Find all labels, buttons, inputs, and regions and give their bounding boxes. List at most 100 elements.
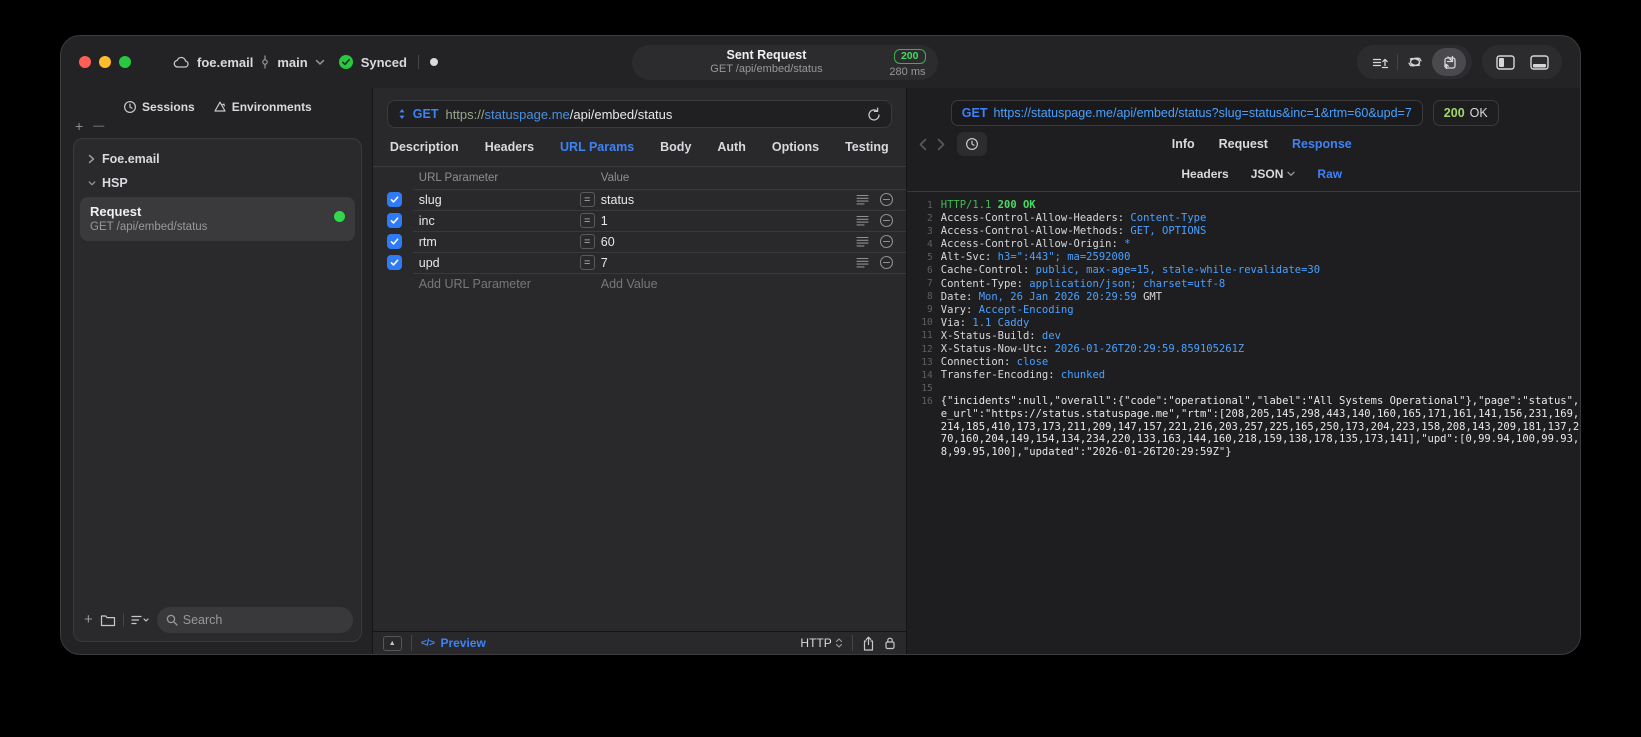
request-tab-description[interactable]: Description [390,140,459,154]
row-menu-icon[interactable] [856,236,869,247]
param-value[interactable]: 60 [601,235,856,249]
request-method[interactable]: GET [413,107,439,121]
sent-request-pill[interactable]: Sent Request GET /api/embed/status 200 2… [631,45,938,80]
request-tab-body[interactable]: Body [660,140,691,154]
app-window: foe.email main Synced Sent Request GET /… [60,35,1581,655]
line-number: 16 [921,395,933,407]
param-checkbox-checked[interactable] [386,192,402,207]
send-receive-panel-icon[interactable] [1432,48,1466,76]
sort-list-icon[interactable] [131,614,150,626]
header-value: Mon, 26 Jan 2026 20:29:59 [978,290,1137,303]
param-name[interactable]: upd [419,256,580,270]
session-tree: Foe.email HSP Request GET /api/embed/sta… [73,138,362,642]
response-subtab-json[interactable]: JSON [1251,167,1296,181]
param-value[interactable]: 7 [601,256,856,270]
method-selector-icon[interactable] [398,108,406,120]
line-number: 10 [921,317,933,329]
param-checkbox-checked[interactable] [386,213,402,228]
param-name[interactable]: slug [419,193,580,207]
param-table-header: URL Parameter Value [373,167,906,189]
row-menu-icon[interactable] [856,215,869,226]
response-history-button[interactable] [956,132,987,156]
param-checkbox-checked[interactable] [386,234,402,249]
close-window-button[interactable] [79,56,91,68]
request-tab-headers[interactable]: Headers [485,140,534,154]
param-name[interactable]: inc [419,214,580,228]
new-folder-icon[interactable] [100,614,116,627]
header-value: Accept-Encoding [978,303,1074,316]
new-request-button[interactable]: + [84,612,93,627]
row-menu-icon[interactable] [856,194,869,205]
line-number: 5 [927,251,933,263]
tab-environments[interactable]: Environments [213,100,312,114]
add-session-button[interactable]: + [75,119,83,136]
remove-param-icon[interactable] [879,234,894,249]
header-name: Access-Control-Allow-Methods: [940,225,1131,238]
chevron-right-icon[interactable] [88,154,96,164]
preview-button[interactable]: </> Preview [421,636,486,650]
request-url-bar[interactable]: GET https://statuspage.me/api/embed/stat… [386,100,892,128]
nav-forward-icon[interactable] [937,138,945,151]
search-box[interactable] [156,607,353,633]
nav-back-icon[interactable] [919,138,927,151]
remove-session-button[interactable]: — [93,120,104,136]
lock-icon[interactable] [884,636,896,650]
response-subtab-headers[interactable]: Headers [1181,167,1228,181]
response-subtabs: Headers JSON Raw [907,162,1580,186]
chevron-down-icon[interactable] [88,180,96,187]
response-url-pill[interactable]: GET https://statuspage.me/api/embed/stat… [950,100,1423,126]
request-duration: 280 ms [889,66,926,79]
remove-param-icon[interactable] [879,192,894,207]
add-value-placeholder[interactable]: Add Value [601,277,658,291]
param-value[interactable]: status [601,193,856,207]
response-status-text: OK [1469,106,1488,120]
param-name[interactable]: rtm [419,235,580,249]
request-tab-testing[interactable]: Testing [845,140,889,154]
response-tab-info[interactable]: Info [1172,137,1195,151]
row-menu-icon[interactable] [856,257,869,268]
response-raw[interactable]: 1 HTTP/1.1 200 OK 2 Access-Control-Allow-He… [906,191,1580,654]
protocol-selector[interactable]: HTTP [800,636,842,650]
share-icon[interactable] [862,636,875,651]
response-top-row: GET https://statuspage.me/api/embed/stat… [950,100,1499,126]
sent-request-status: 200 280 ms [889,45,926,80]
request-tab-options[interactable]: Options [772,140,819,154]
main-content: Sessions Environments + — Foe.email HSP … [61,88,1580,654]
response-tab-request[interactable]: Request [1219,137,1268,151]
sync-loop-icon[interactable] [1398,48,1432,76]
expand-panel-button[interactable]: ▲ [382,635,402,651]
branch-name[interactable]: main [277,55,307,70]
tab-sessions[interactable]: Sessions [123,100,195,114]
search-icon [166,614,178,626]
synced-check-icon [338,54,354,70]
header-value: 1.1 Caddy [972,316,1030,329]
add-url-parameter-placeholder[interactable]: Add URL Parameter [419,277,601,291]
preview-label: Preview [440,636,486,650]
remove-param-icon[interactable] [879,255,894,270]
request-log-icon[interactable] [1363,48,1397,76]
request-tab-auth[interactable]: Auth [717,140,745,154]
add-param-row[interactable]: Add URL Parameter Add Value [373,273,906,294]
url-path: /api/embed/status [569,106,673,122]
header-value: Content-Type [1130,212,1207,225]
minimize-window-button[interactable] [99,56,111,68]
header-name: X-Status-Build: [940,329,1042,342]
unsaved-indicator-dot [429,58,438,66]
param-checkbox-checked[interactable] [386,255,402,270]
tree-group-hsp[interactable]: HSP [80,171,355,195]
resend-icon[interactable] [867,107,881,122]
zoom-window-button[interactable] [119,56,131,68]
project-name[interactable]: foe.email [197,55,253,70]
response-subtab-raw[interactable]: Raw [1317,167,1342,181]
remove-param-icon[interactable] [879,213,894,228]
request-url[interactable]: https://statuspage.me/api/embed/status [445,107,672,122]
tree-group-foe-email[interactable]: Foe.email [80,147,355,171]
request-tab-url-params[interactable]: URL Params [560,140,634,154]
toggle-bottom-panel-icon[interactable] [1522,48,1556,76]
param-value[interactable]: 1 [601,214,856,228]
response-tab-response[interactable]: Response [1292,137,1352,151]
toggle-sidebar-icon[interactable] [1488,48,1522,76]
search-input[interactable] [182,613,344,627]
request-list-item-selected[interactable]: Request GET /api/embed/status [80,197,355,241]
branch-chevron-icon[interactable] [315,59,325,66]
